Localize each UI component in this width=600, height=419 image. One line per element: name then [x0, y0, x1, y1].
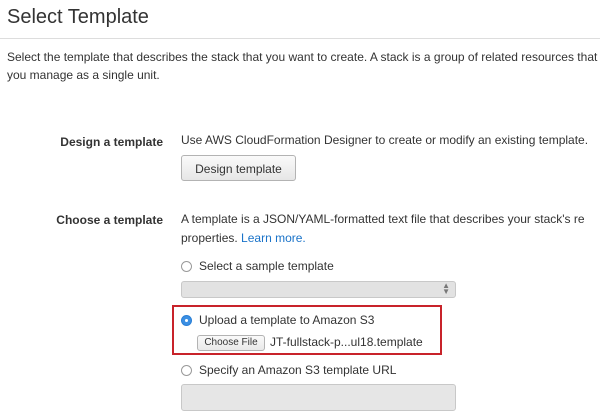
selected-file-name: JT-fullstack-p...ul18.template [270, 335, 423, 349]
page-title: Select Template [7, 6, 149, 28]
s3-url-option[interactable]: Specify an Amazon S3 template URL [181, 363, 396, 377]
title-divider [0, 38, 600, 39]
upload-template-radio[interactable] [181, 314, 192, 326]
sample-template-option[interactable]: Select a sample template [181, 259, 334, 273]
upload-template-option[interactable]: Upload a template to Amazon S3 [181, 313, 374, 327]
choose-file-button[interactable]: Choose File [197, 335, 265, 351]
sample-template-select[interactable]: ▲ ▼ [181, 281, 456, 298]
page-intro-text: Select the template that describes the s… [7, 50, 598, 82]
design-template-label: Design a template [60, 135, 163, 149]
select-template-page: Select Template Select the template that… [0, 0, 600, 419]
upload-template-option-label: Upload a template to Amazon S3 [199, 313, 375, 327]
design-template-description: Use AWS CloudFormation Designer to creat… [181, 133, 589, 147]
s3-url-radio[interactable] [181, 364, 192, 376]
sample-template-option-label: Select a sample template [199, 259, 334, 273]
select-arrows-icon: ▲ ▼ [442, 281, 450, 296]
choose-template-label: Choose a template [56, 213, 163, 227]
s3-url-input[interactable] [181, 384, 456, 411]
choose-template-description-line1: A template is a JSON/YAML-formatted text… [181, 212, 585, 226]
choose-template-description: A template is a JSON/YAML-formatted text… [181, 210, 585, 248]
sample-template-radio[interactable] [181, 260, 192, 272]
design-template-button[interactable]: Design template [181, 155, 296, 181]
choose-template-description-line2: properties. [181, 231, 238, 245]
learn-more-link[interactable]: Learn more. [241, 231, 306, 245]
s3-url-option-label: Specify an Amazon S3 template URL [199, 363, 397, 377]
